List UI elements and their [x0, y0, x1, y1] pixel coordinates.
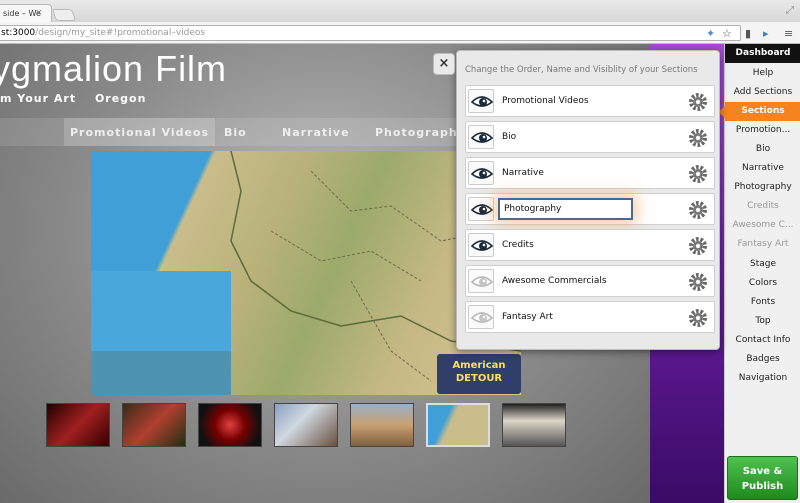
close-tab-icon[interactable]: × — [35, 8, 43, 18]
section-row[interactable]: Bio — [465, 121, 715, 153]
sidebar-item-narrative[interactable]: Narrative — [725, 159, 800, 178]
sidebar-item-photography[interactable]: Photography — [725, 178, 800, 197]
visibility-eye-hidden-icon[interactable] — [468, 269, 494, 293]
settings-gear-icon[interactable] — [688, 128, 708, 148]
save-publish-line2: Publish — [741, 481, 784, 492]
sidebar-item-sections[interactable]: Sections — [725, 102, 800, 121]
browser-tab-bar: side – We × ⤢ — [0, 0, 800, 22]
close-panel-button[interactable]: × — [433, 53, 455, 75]
url-path: /design/my_site#!promotional–videos — [35, 28, 206, 38]
sidebar-item-fantasy-art[interactable]: Fantasy Art — [725, 235, 800, 254]
visibility-eye-icon[interactable] — [468, 161, 494, 185]
section-name: Awesome Commercials — [502, 276, 607, 286]
browser-tab[interactable]: side – We × — [0, 4, 52, 22]
section-row[interactable]: Awesome Commercials — [465, 265, 715, 297]
new-tab-button[interactable] — [51, 9, 77, 21]
visibility-eye-hidden-icon[interactable] — [468, 305, 494, 329]
site-nav-item-promotional-videos[interactable]: Promotional Videos — [64, 118, 216, 146]
settings-gear-icon[interactable] — [688, 200, 708, 220]
site-subtitle-right: Oregon — [94, 92, 147, 105]
sidebar-item-badges[interactable]: Badges — [725, 350, 800, 369]
thumbnail-strip — [46, 403, 626, 447]
badge-line2: DETOUR — [455, 373, 503, 384]
sidebar-item-help[interactable]: Help — [725, 64, 800, 83]
sidebar-item-navigation[interactable]: Navigation — [725, 369, 800, 388]
section-name: Narrative — [502, 168, 544, 178]
section-row-editing[interactable] — [465, 193, 715, 225]
settings-gear-icon[interactable] — [688, 164, 708, 184]
fullscreen-icon[interactable]: ⤢ — [786, 5, 794, 16]
settings-gear-icon[interactable] — [688, 308, 708, 328]
site-subtitle-left: m Your Art — [0, 92, 77, 105]
panel-title: Change the Order, Name and Visiblity of … — [465, 65, 698, 75]
visibility-eye-icon[interactable] — [468, 125, 494, 149]
browser-toolbar: st:3000/design/my_site#!promotional–vide… — [0, 22, 800, 44]
section-row[interactable]: Fantasy Art — [465, 301, 715, 333]
settings-gear-icon[interactable] — [688, 272, 708, 292]
video-thumbnail[interactable] — [198, 403, 262, 447]
address-bar[interactable]: st:3000/design/my_site#!promotional–vide… — [0, 25, 741, 41]
sidebar-item-awesome-commercials[interactable]: Awesome C... — [725, 216, 800, 235]
site-title: ygmalion Film — [0, 48, 228, 89]
video-thumbnail[interactable] — [502, 403, 566, 447]
video-thumbnail[interactable] — [350, 403, 414, 447]
sidebar-item-fonts[interactable]: Fonts — [725, 293, 800, 312]
sections-panel: Change the Order, Name and Visiblity of … — [456, 50, 720, 350]
section-row[interactable]: Narrative — [465, 157, 715, 189]
site-subtitle: m Your Art Oregon — [0, 92, 160, 105]
sidebar-item-promotional-videos[interactable]: Promotion... — [725, 121, 800, 140]
site-nav-item-photography[interactable]: Photography — [375, 126, 466, 139]
save-publish-button[interactable]: Save & Publish — [727, 456, 798, 500]
sidebar-item-top[interactable]: Top — [725, 312, 800, 331]
section-name: Bio — [502, 132, 517, 142]
cast-extension-icon[interactable]: ▸ — [763, 27, 769, 40]
dashboard-sidebar: Dashboard Help Add Sections Sections Pro… — [724, 44, 800, 503]
sidebar-item-colors[interactable]: Colors — [725, 274, 800, 293]
section-name-input[interactable] — [498, 198, 633, 220]
section-name: Promotional Videos — [502, 96, 589, 106]
badge-line1: American — [452, 360, 506, 371]
visibility-eye-icon[interactable] — [468, 197, 494, 221]
site-nav-item-narrative[interactable]: Narrative — [282, 126, 350, 139]
visibility-eye-icon[interactable] — [468, 233, 494, 257]
section-name: Credits — [502, 240, 534, 250]
video-thumbnail[interactable] — [122, 403, 186, 447]
video-thumbnail-selected[interactable] — [426, 403, 490, 447]
sidebar-item-bio[interactable]: Bio — [725, 140, 800, 159]
sidebar-item-dashboard[interactable]: Dashboard — [725, 44, 800, 63]
settings-gear-icon[interactable] — [688, 236, 708, 256]
sidebar-item-stage[interactable]: Stage — [725, 255, 800, 274]
site-nav-item-bio[interactable]: Bio — [224, 126, 247, 139]
save-publish-line1: Save & — [742, 466, 783, 477]
extension-icon[interactable]: ✦ — [706, 27, 715, 40]
lock-extension-icon[interactable]: ▮ — [745, 27, 751, 40]
sidebar-item-contact-info[interactable]: Contact Info — [725, 331, 800, 350]
menu-icon[interactable]: ≡ — [784, 27, 793, 40]
section-row[interactable]: Promotional Videos — [465, 85, 715, 117]
american-detour-badge: American DETOUR — [437, 354, 521, 394]
visibility-eye-icon[interactable] — [468, 89, 494, 113]
sidebar-item-credits[interactable]: Credits — [725, 197, 800, 216]
section-row[interactable]: Credits — [465, 229, 715, 261]
bookmark-star-icon[interactable]: ☆ — [722, 27, 732, 40]
video-thumbnail[interactable] — [274, 403, 338, 447]
video-thumbnail[interactable] — [46, 403, 110, 447]
sidebar-item-add-sections[interactable]: Add Sections — [725, 83, 800, 102]
url-host: st:3000 — [1, 28, 36, 38]
settings-gear-icon[interactable] — [688, 92, 708, 112]
section-name: Fantasy Art — [502, 312, 553, 322]
